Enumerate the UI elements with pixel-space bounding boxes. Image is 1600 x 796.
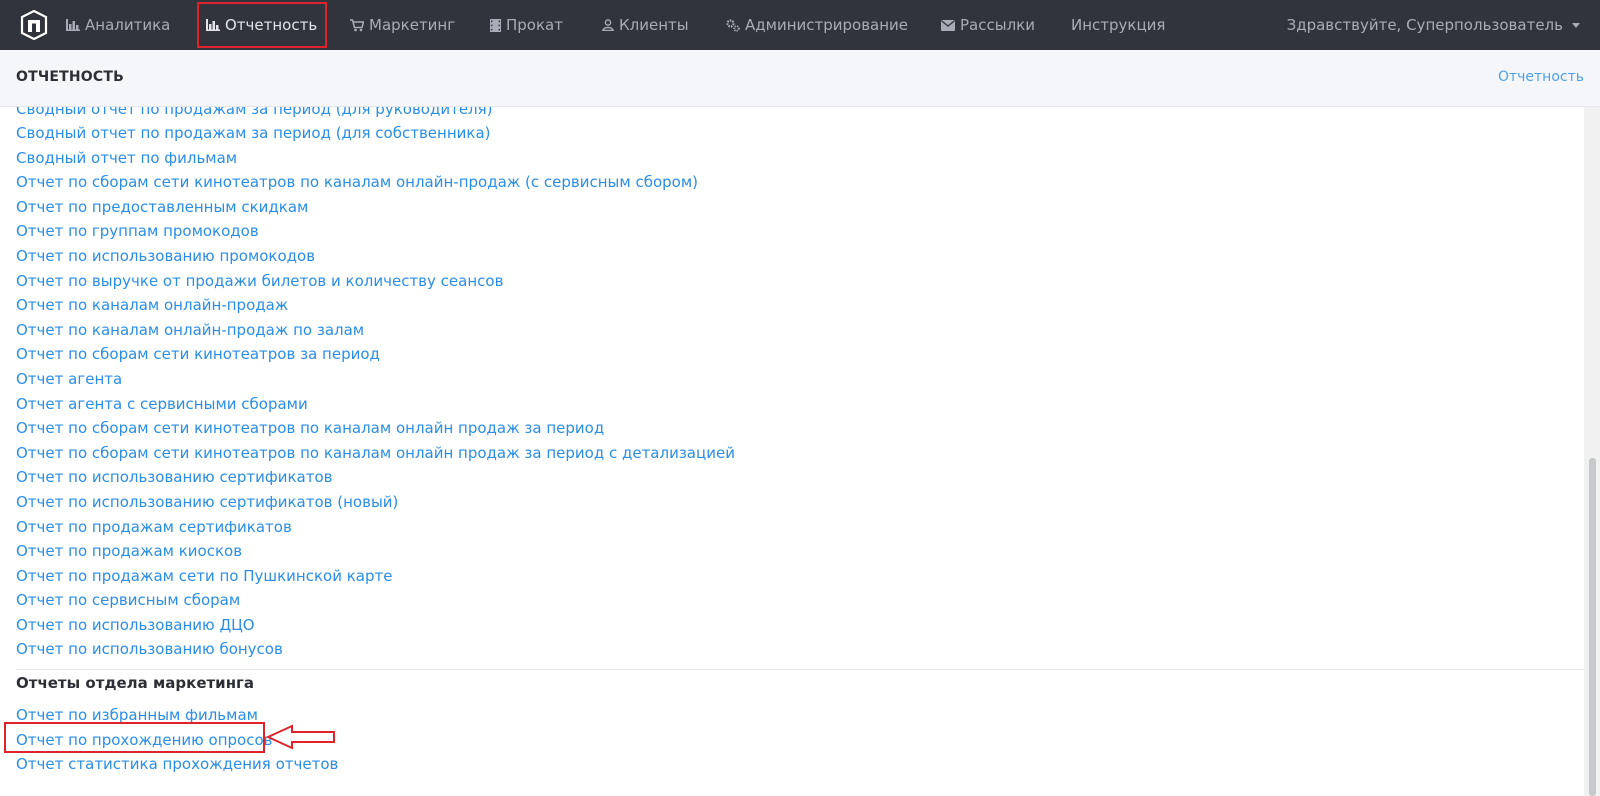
report-link[interactable]: Отчет по использованию бонусов — [16, 637, 735, 662]
content-area: Сводный отчет по продажам за период (для… — [0, 107, 1584, 796]
envelope-icon — [941, 19, 955, 31]
nav-reporting[interactable]: Отчетность — [206, 0, 317, 50]
nav-instructions-label: Инструкция — [1071, 16, 1166, 34]
nav-reporting-label: Отчетность — [225, 16, 318, 34]
report-link[interactable]: Отчет по каналам онлайн-продаж по залам — [16, 318, 735, 343]
report-link[interactable]: Отчет по использованию ДЦО — [16, 613, 735, 638]
report-link[interactable]: Сводный отчет по продажам за период (для… — [16, 121, 735, 146]
logo-icon[interactable] — [20, 10, 48, 40]
top-navbar: Аналитика Отчетность Маркетинг Прокат Кл… — [0, 0, 1600, 50]
nav-administration-label: Администрирование — [745, 16, 909, 34]
report-link[interactable]: Отчет по выручке от продажи билетов и ко… — [16, 269, 735, 294]
nav-distribution[interactable]: Прокат — [490, 0, 563, 50]
breadcrumb-link[interactable]: Отчетность — [1498, 69, 1584, 85]
gears-icon — [726, 18, 740, 32]
report-list: Сводный отчет по продажам за период (для… — [16, 107, 735, 662]
cart-icon — [350, 18, 364, 32]
report-link[interactable]: Отчет по использованию промокодов — [16, 244, 735, 269]
user-greeting: Здравствуйте, Суперпользователь — [1286, 16, 1563, 34]
nav-marketing-label: Маркетинг — [369, 16, 456, 34]
report-link[interactable]: Отчет по продажам киосков — [16, 539, 735, 564]
report-link[interactable]: Отчет агента — [16, 367, 735, 392]
report-link[interactable]: Сводный отчет по фильмам — [16, 146, 735, 171]
report-link[interactable]: Отчет по сборам сети кинотеатров по кана… — [16, 416, 735, 441]
nav-analytics-label: Аналитика — [85, 16, 171, 34]
user-icon — [602, 19, 614, 31]
report-link[interactable]: Отчет по сервисным сборам — [16, 588, 735, 613]
film-icon — [490, 18, 501, 32]
nav-mailings[interactable]: Рассылки — [941, 0, 1035, 50]
nav-analytics[interactable]: Аналитика — [66, 0, 170, 50]
report-link[interactable]: Сводный отчет по продажам за период (для… — [16, 107, 735, 121]
user-menu-dropdown[interactable]: Здравствуйте, Суперпользователь — [1287, 0, 1580, 50]
report-link[interactable]: Отчет агента с сервисными сборами — [16, 392, 735, 417]
report-link[interactable]: Отчет по сборам сети кинотеатров по кана… — [16, 441, 735, 466]
caret-down-icon — [1572, 22, 1580, 28]
report-link[interactable]: Отчет по использованию сертификатов — [16, 465, 735, 490]
report-link[interactable]: Отчет по каналам онлайн-продаж — [16, 293, 735, 318]
nav-mailings-label: Рассылки — [960, 16, 1035, 34]
report-link[interactable]: Отчет по продажам сети по Пушкинской кар… — [16, 564, 735, 589]
annotation-arrow-icon — [266, 724, 335, 750]
report-link-report-stats[interactable]: Отчет статистика прохождения отчетов — [16, 752, 338, 777]
report-link[interactable]: Отчет по использованию сертификатов (нов… — [16, 490, 735, 515]
marketing-section-title: Отчеты отдела маркетинга — [16, 674, 255, 692]
report-link[interactable]: Отчет по группам промокодов — [16, 219, 735, 244]
page-title: ОТЧЕТНОСТЬ — [16, 69, 124, 85]
nav-marketing[interactable]: Маркетинг — [350, 0, 455, 50]
report-link[interactable]: Отчет по сборам сети кинотеатров за пери… — [16, 342, 735, 367]
scrollbar-thumb[interactable] — [1589, 458, 1596, 796]
bar-chart-icon — [66, 19, 80, 31]
nav-instructions[interactable]: Инструкция — [1071, 0, 1165, 50]
page-header: ОТЧЕТНОСТЬ Отчетность — [0, 50, 1600, 107]
report-link[interactable]: Отчет по продажам сертификатов — [16, 515, 735, 540]
section-divider — [16, 669, 1584, 670]
nav-clients-label: Клиенты — [619, 16, 689, 34]
nav-clients[interactable]: Клиенты — [602, 0, 689, 50]
report-link[interactable]: Отчет по сборам сети кинотеатров по кана… — [16, 170, 735, 195]
report-link[interactable]: Отчет по предоставленным скидкам — [16, 195, 735, 220]
nav-distribution-label: Прокат — [506, 16, 563, 34]
nav-administration[interactable]: Администрирование — [726, 0, 908, 50]
bar-chart-icon — [206, 19, 220, 31]
